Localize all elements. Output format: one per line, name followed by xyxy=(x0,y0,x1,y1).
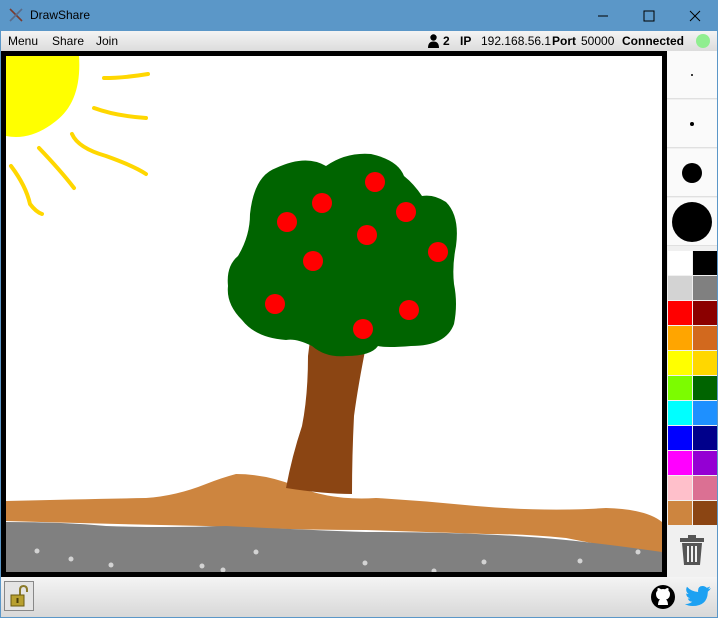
tree-foliage xyxy=(227,153,457,357)
title-bar: DrawShare xyxy=(0,0,718,31)
color-swatch[interactable] xyxy=(668,301,692,325)
maximize-button[interactable] xyxy=(626,0,672,31)
connection-status: Connected xyxy=(622,34,685,48)
brush-dot-small xyxy=(690,121,694,126)
brush-size-tiny[interactable] xyxy=(667,51,717,99)
color-swatch[interactable] xyxy=(693,326,717,350)
color-swatch[interactable] xyxy=(668,276,692,300)
brush-size-large[interactable] xyxy=(667,198,717,246)
port-value: 50000 xyxy=(581,34,615,48)
color-swatch[interactable] xyxy=(693,451,717,475)
color-swatch[interactable] xyxy=(668,401,692,425)
close-button[interactable] xyxy=(672,0,718,31)
brush-dot-medium xyxy=(682,162,702,183)
color-swatch[interactable] xyxy=(668,326,692,350)
unlocked-padlock-icon xyxy=(10,585,28,607)
close-icon xyxy=(689,10,701,21)
bottom-bar xyxy=(1,577,717,617)
minimize-icon xyxy=(598,15,608,16)
color-swatch[interactable] xyxy=(693,401,717,425)
github-icon[interactable] xyxy=(650,584,676,610)
brush-dot-large xyxy=(672,201,712,242)
color-swatch[interactable] xyxy=(668,376,692,400)
color-swatch[interactable] xyxy=(693,351,717,375)
color-swatch[interactable] xyxy=(693,426,717,450)
color-swatch[interactable] xyxy=(693,301,717,325)
brush-size-medium[interactable] xyxy=(667,149,717,197)
connection-indicator xyxy=(696,34,710,48)
color-swatch[interactable] xyxy=(693,276,717,300)
drawing-canvas[interactable] xyxy=(6,56,662,572)
tree-trunk xyxy=(286,340,366,494)
trash-icon xyxy=(680,535,704,565)
window-title: DrawShare xyxy=(30,8,91,22)
color-swatch[interactable] xyxy=(693,501,717,525)
color-swatch[interactable] xyxy=(693,476,717,500)
color-swatch[interactable] xyxy=(668,451,692,475)
drawing-artwork xyxy=(6,56,662,572)
clear-canvas-button[interactable] xyxy=(667,525,717,575)
ip-value: 192.168.56.1 xyxy=(481,34,552,48)
color-swatch[interactable] xyxy=(693,376,717,400)
ip-label: IP xyxy=(460,34,472,48)
user-count: 2 xyxy=(443,34,450,48)
menu-item-menu[interactable]: Menu xyxy=(8,34,38,48)
port-label: Port xyxy=(552,34,576,48)
color-swatch[interactable] xyxy=(668,351,692,375)
brush-dot-tiny xyxy=(691,73,693,76)
maximize-icon xyxy=(643,10,655,21)
menu-item-share[interactable]: Share xyxy=(52,34,84,48)
person-icon xyxy=(428,34,439,48)
color-swatch[interactable] xyxy=(668,426,692,450)
sun-shape xyxy=(6,56,80,137)
tool-palette xyxy=(667,51,717,577)
color-swatch[interactable] xyxy=(668,251,692,275)
color-swatch[interactable] xyxy=(668,501,692,525)
brush-size-small[interactable] xyxy=(667,100,717,148)
twitter-icon[interactable] xyxy=(684,584,712,610)
lock-button[interactable] xyxy=(4,581,34,611)
color-swatch[interactable] xyxy=(693,251,717,275)
drawshare-app-icon xyxy=(9,8,23,22)
menu-bar: Menu Share Join 2 IP 192.168.56.1 Port 5… xyxy=(1,31,717,51)
menu-item-join[interactable]: Join xyxy=(96,34,118,48)
minimize-button[interactable] xyxy=(580,0,626,31)
color-swatch[interactable] xyxy=(668,476,692,500)
